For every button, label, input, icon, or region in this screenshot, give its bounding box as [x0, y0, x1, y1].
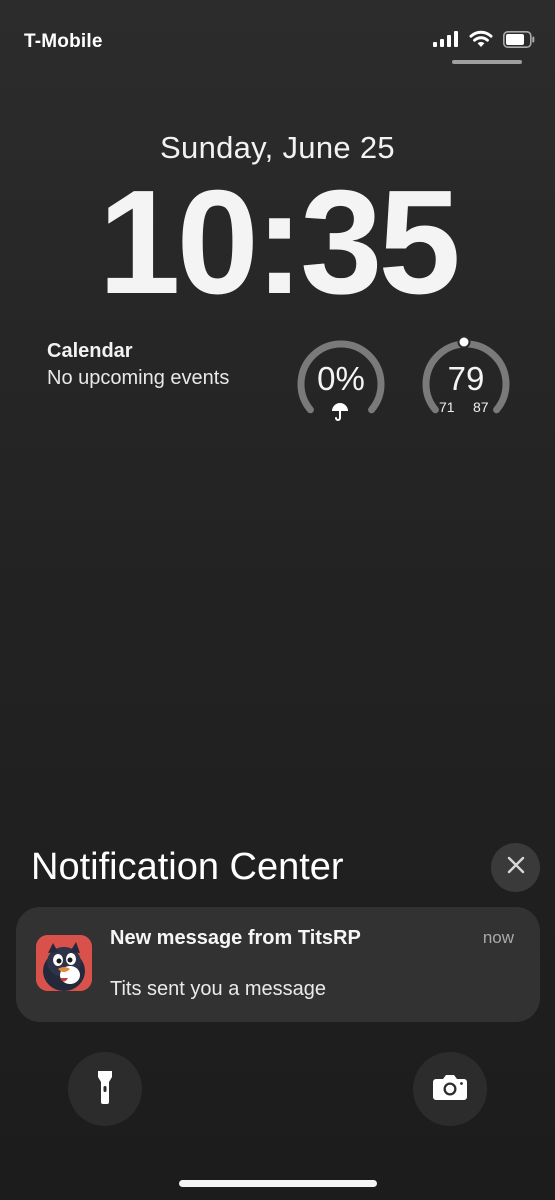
- widgets-row: Calendar No upcoming events 0% 79 71 87: [0, 336, 555, 426]
- current-temp-marker: [457, 336, 471, 349]
- status-bar: T-Mobile: [0, 0, 555, 70]
- flashlight-button[interactable]: [68, 1052, 142, 1126]
- temperature-low: 71: [439, 399, 455, 415]
- lock-screen: T-Mobile Sunday, June 25 10:35 Calendar …: [0, 0, 555, 1200]
- calendar-widget[interactable]: Calendar No upcoming events: [47, 340, 229, 390]
- notification-card[interactable]: New message from TitsRP Tits sent you a …: [16, 907, 540, 1022]
- rain-chance-widget[interactable]: 0%: [295, 336, 387, 428]
- close-icon: [507, 856, 525, 879]
- wifi-icon: [469, 30, 493, 53]
- notification-time: now: [482, 928, 514, 947]
- notification-center-close-button[interactable]: [491, 843, 540, 892]
- cellular-signal-icon: [433, 31, 459, 52]
- battery-icon: [503, 30, 535, 53]
- carrier-name: T-Mobile: [24, 31, 103, 52]
- temperature-value: 79: [447, 360, 485, 397]
- lock-screen-time: 10:35: [98, 160, 461, 325]
- camera-icon: [433, 1074, 467, 1105]
- notification-center-title: Notification Center: [31, 846, 344, 888]
- penguin-app-icon: [36, 935, 92, 991]
- home-indicator[interactable]: [179, 1180, 377, 1187]
- control-center-pull-indicator[interactable]: [452, 60, 522, 64]
- temperature-high: 87: [473, 399, 489, 415]
- status-icons: [433, 30, 535, 53]
- rain-chance-value: 0%: [317, 360, 365, 397]
- calendar-widget-title: Calendar: [47, 340, 133, 362]
- notification-body: Tits sent you a message: [110, 978, 327, 1000]
- camera-button[interactable]: [413, 1052, 487, 1126]
- notification-title: New message from TitsRP: [110, 927, 361, 949]
- temperature-widget[interactable]: 79 71 87: [420, 336, 512, 428]
- flashlight-icon: [97, 1070, 113, 1109]
- calendar-widget-subtitle: No upcoming events: [47, 367, 230, 389]
